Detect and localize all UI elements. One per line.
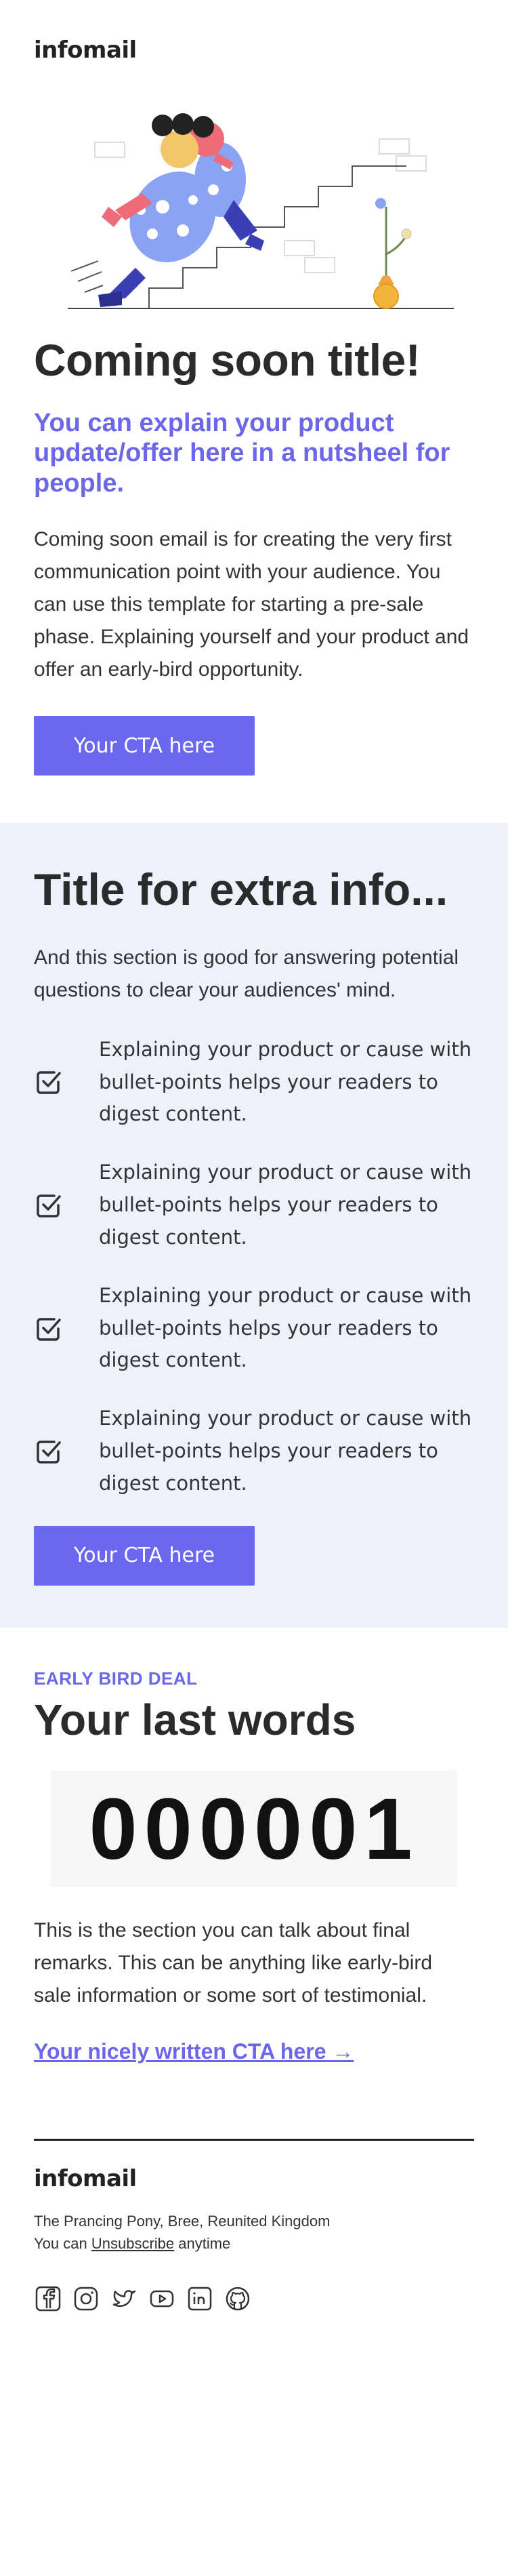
bullet-text: Explaining your product or cause with bu… [99, 1161, 472, 1249]
last-words-title: Your last words [34, 1695, 356, 1744]
intro-body: Coming soon email is for creating the ve… [34, 528, 469, 681]
instagram-icon[interactable] [72, 2285, 100, 2313]
bullet-text: Explaining your product or cause with bu… [99, 1407, 472, 1495]
facebook-icon[interactable] [34, 2285, 62, 2313]
list-item: Explaining your product or cause with bu… [34, 1403, 474, 1500]
cta-link[interactable]: Your nicely written CTA here → [34, 2039, 354, 2064]
footer: infomail The Prancing Pony, Bree, Reunit… [0, 2139, 508, 2313]
email-header: infomail [0, 0, 508, 68]
unsub-prefix: You can [34, 2235, 87, 2253]
footer-address: The Prancing Pony, Bree, Reunited Kingdo… [34, 2213, 331, 2230]
bullet-text: Explaining your product or cause with bu… [99, 1283, 472, 1372]
extra-body: And this section is good for answering p… [34, 946, 459, 1001]
intro-section: Coming soon title! You can explain your … [0, 336, 508, 776]
checkbox-icon [34, 1067, 99, 1097]
cta-button[interactable]: Your CTA here [34, 1525, 255, 1586]
list-item: Explaining your product or cause with bu… [34, 1280, 474, 1377]
page-title: Coming soon title! [34, 335, 421, 385]
unsubscribe-link[interactable]: Unsubscribe [91, 2235, 174, 2252]
email-page: infomail Coming soon title! You can expl… [0, 0, 508, 2313]
extra-title: Title for extra info... [34, 864, 448, 915]
github-icon[interactable] [224, 2285, 252, 2313]
lead-text: You can explain your product update/offe… [34, 408, 450, 498]
eyebrow-label: EARLY BIRD DEAL [34, 1668, 198, 1689]
person-climbing-stairs-illustration [68, 113, 454, 309]
unsub-suffix: anytime [178, 2235, 231, 2253]
bullet-list: Explaining your product or cause with bu… [34, 1034, 474, 1500]
twitter-icon[interactable] [110, 2285, 138, 2313]
youtube-icon[interactable] [148, 2285, 176, 2313]
social-links [34, 2285, 474, 2313]
cta-button[interactable]: Your CTA here [34, 716, 255, 776]
footer-address-block: The Prancing Pony, Bree, Reunited Kingdo… [34, 2210, 474, 2255]
checkbox-icon [34, 1314, 99, 1344]
footer-logo: infomail [34, 2165, 137, 2193]
unsubscribe-line: You can Unsubscribe anytime [34, 2232, 474, 2255]
list-item: Explaining your product or cause with bu… [34, 1034, 474, 1131]
hero-illustration [0, 68, 508, 336]
promo-code: 000001 [51, 1771, 457, 1888]
linkedin-icon[interactable] [186, 2285, 214, 2313]
footer-divider [34, 2139, 474, 2141]
list-item: Explaining your product or cause with bu… [34, 1156, 474, 1254]
final-body: This is the section you can talk about f… [34, 1919, 433, 2007]
checkbox-icon [34, 1190, 99, 1220]
last-words-section: EARLY BIRD DEAL Your last words 000001 T… [0, 1628, 508, 2064]
bullet-text: Explaining your product or cause with bu… [99, 1037, 472, 1126]
checkbox-icon [34, 1436, 99, 1466]
logo: infomail [34, 37, 137, 64]
extra-info-section: Title for extra info... And this section… [0, 823, 508, 1628]
